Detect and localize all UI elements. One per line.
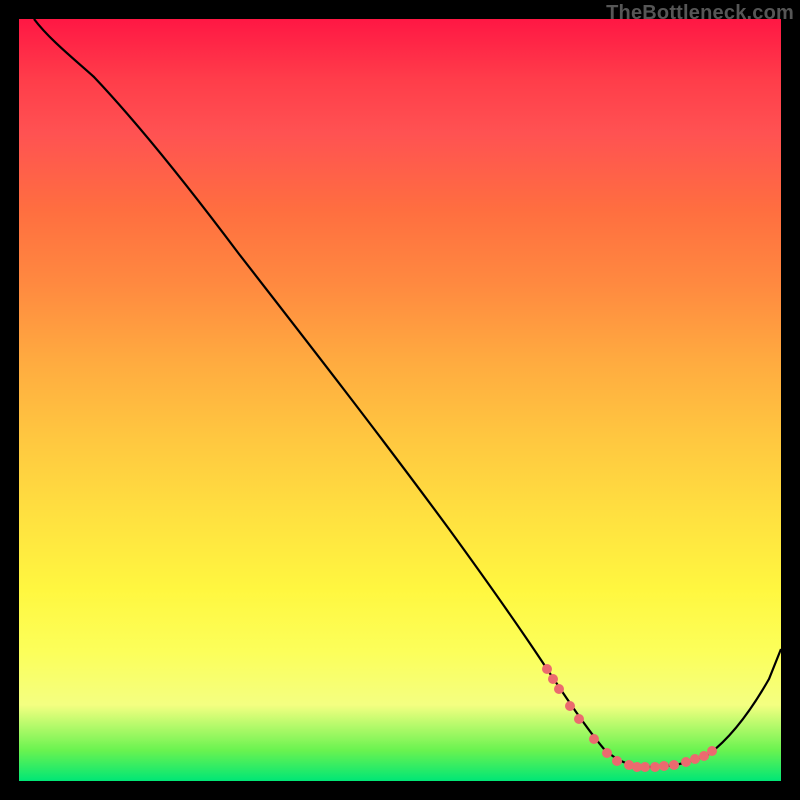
chart-svg xyxy=(19,19,781,781)
marker-group xyxy=(542,664,717,772)
attribution-text: TheBottleneck.com xyxy=(606,2,794,25)
chart-container: TheBottleneck.com xyxy=(0,0,800,800)
bottleneck-curve xyxy=(34,19,781,767)
